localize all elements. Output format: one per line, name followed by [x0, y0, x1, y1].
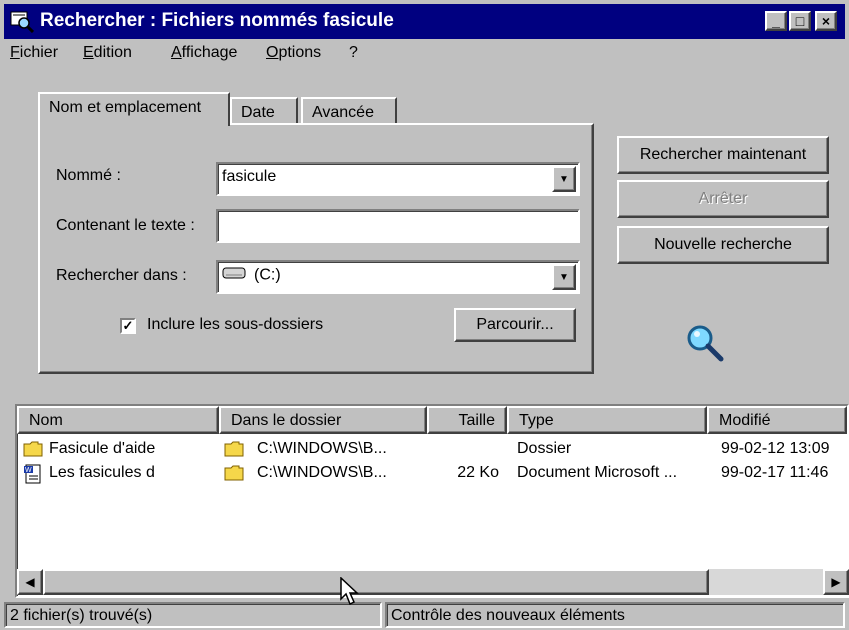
- result-name: Les fasicules d: [49, 464, 155, 481]
- column-header-type[interactable]: Type: [507, 406, 707, 434]
- menu-affichage[interactable]: Affichage: [171, 44, 237, 62]
- tab-advanced[interactable]: Avancée: [301, 97, 397, 124]
- result-name: Fasicule d'aide: [49, 440, 156, 457]
- title-bar[interactable]: Rechercher : Fichiers nommés fasicule _ …: [4, 4, 845, 39]
- menu-bar: Fichier Edition Affichage Options ?: [4, 41, 845, 67]
- named-combobox[interactable]: fasicule ▼: [216, 162, 580, 196]
- status-monitoring: Contrôle des nouveaux éléments: [385, 602, 845, 628]
- result-type: Document Microsoft ...: [517, 464, 678, 481]
- scrollbar-thumb[interactable]: [43, 569, 709, 595]
- table-row[interactable]: Fasicule d'aide C:\WINDOWS\B... Dossier …: [17, 438, 847, 462]
- result-type: Dossier: [517, 440, 572, 457]
- search-now-button[interactable]: Rechercher maintenant: [617, 136, 829, 174]
- menu-fichier[interactable]: Fichier: [10, 44, 58, 62]
- chevron-down-icon[interactable]: ▼: [552, 166, 576, 192]
- tab-name-location[interactable]: Nom et emplacement: [38, 92, 230, 126]
- named-label: Nommé :: [56, 167, 121, 184]
- scroll-left-icon[interactable]: ◀: [17, 569, 43, 595]
- horizontal-scrollbar[interactable]: ◀ ▶: [17, 569, 849, 595]
- scroll-right-icon[interactable]: ▶: [823, 569, 849, 595]
- result-folder: C:\WINDOWS\B...: [257, 440, 387, 457]
- column-header-size[interactable]: Taille: [427, 406, 507, 434]
- include-subfolders-label: Inclure les sous-dossiers: [147, 316, 324, 333]
- menu-options[interactable]: Options: [266, 44, 321, 62]
- stop-button[interactable]: Arrêter: [617, 180, 829, 218]
- result-size: 22 Ko: [457, 464, 499, 481]
- folder-icon: [224, 440, 244, 463]
- column-header-modified[interactable]: Modifié: [707, 406, 847, 434]
- result-modified: 99-02-12 13:09: [721, 440, 830, 457]
- contains-text-label: Contenant le texte :: [56, 217, 195, 234]
- named-value: fasicule: [222, 168, 277, 185]
- column-header-name[interactable]: Nom: [17, 406, 219, 434]
- result-folder: C:\WINDOWS\B...: [257, 464, 387, 481]
- column-header-folder[interactable]: Dans le dossier: [219, 406, 427, 434]
- include-subfolders-checkbox[interactable]: ✓: [120, 318, 136, 334]
- status-found: 2 fichier(s) trouvé(s): [4, 602, 382, 628]
- search-window-icon: [10, 9, 35, 34]
- tab-date[interactable]: Date: [230, 97, 298, 124]
- folder-icon: [224, 464, 244, 487]
- table-row[interactable]: W Les fasicules d C:\WINDOWS\B... 22 Ko …: [17, 462, 847, 486]
- browse-button[interactable]: Parcourir...: [454, 308, 576, 342]
- close-button[interactable]: ×: [815, 11, 837, 31]
- contains-text-input[interactable]: [216, 209, 580, 243]
- word-document-icon: W: [23, 464, 43, 489]
- new-search-button[interactable]: Nouvelle recherche: [617, 226, 829, 264]
- magnifier-icon: [684, 322, 728, 366]
- menu-edition[interactable]: Edition: [83, 44, 132, 62]
- result-modified: 99-02-17 11:46: [721, 464, 829, 481]
- look-in-value: (C:): [254, 266, 281, 284]
- window-title: Rechercher : Fichiers nommés fasicule: [40, 10, 394, 31]
- chevron-down-icon[interactable]: ▼: [552, 264, 576, 290]
- menu-help[interactable]: ?: [349, 44, 358, 62]
- look-in-combobox[interactable]: (C:) ▼: [216, 260, 580, 294]
- look-in-label: Rechercher dans :: [56, 267, 187, 284]
- mouse-cursor-icon: [340, 576, 362, 607]
- tab-panel: Nommé : fasicule ▼ Contenant le texte : …: [38, 123, 594, 374]
- drive-icon: [222, 266, 246, 285]
- folder-icon: [23, 440, 43, 463]
- maximize-button[interactable]: □: [789, 11, 811, 31]
- svg-text:W: W: [25, 467, 32, 474]
- minimize-button[interactable]: _: [765, 11, 787, 31]
